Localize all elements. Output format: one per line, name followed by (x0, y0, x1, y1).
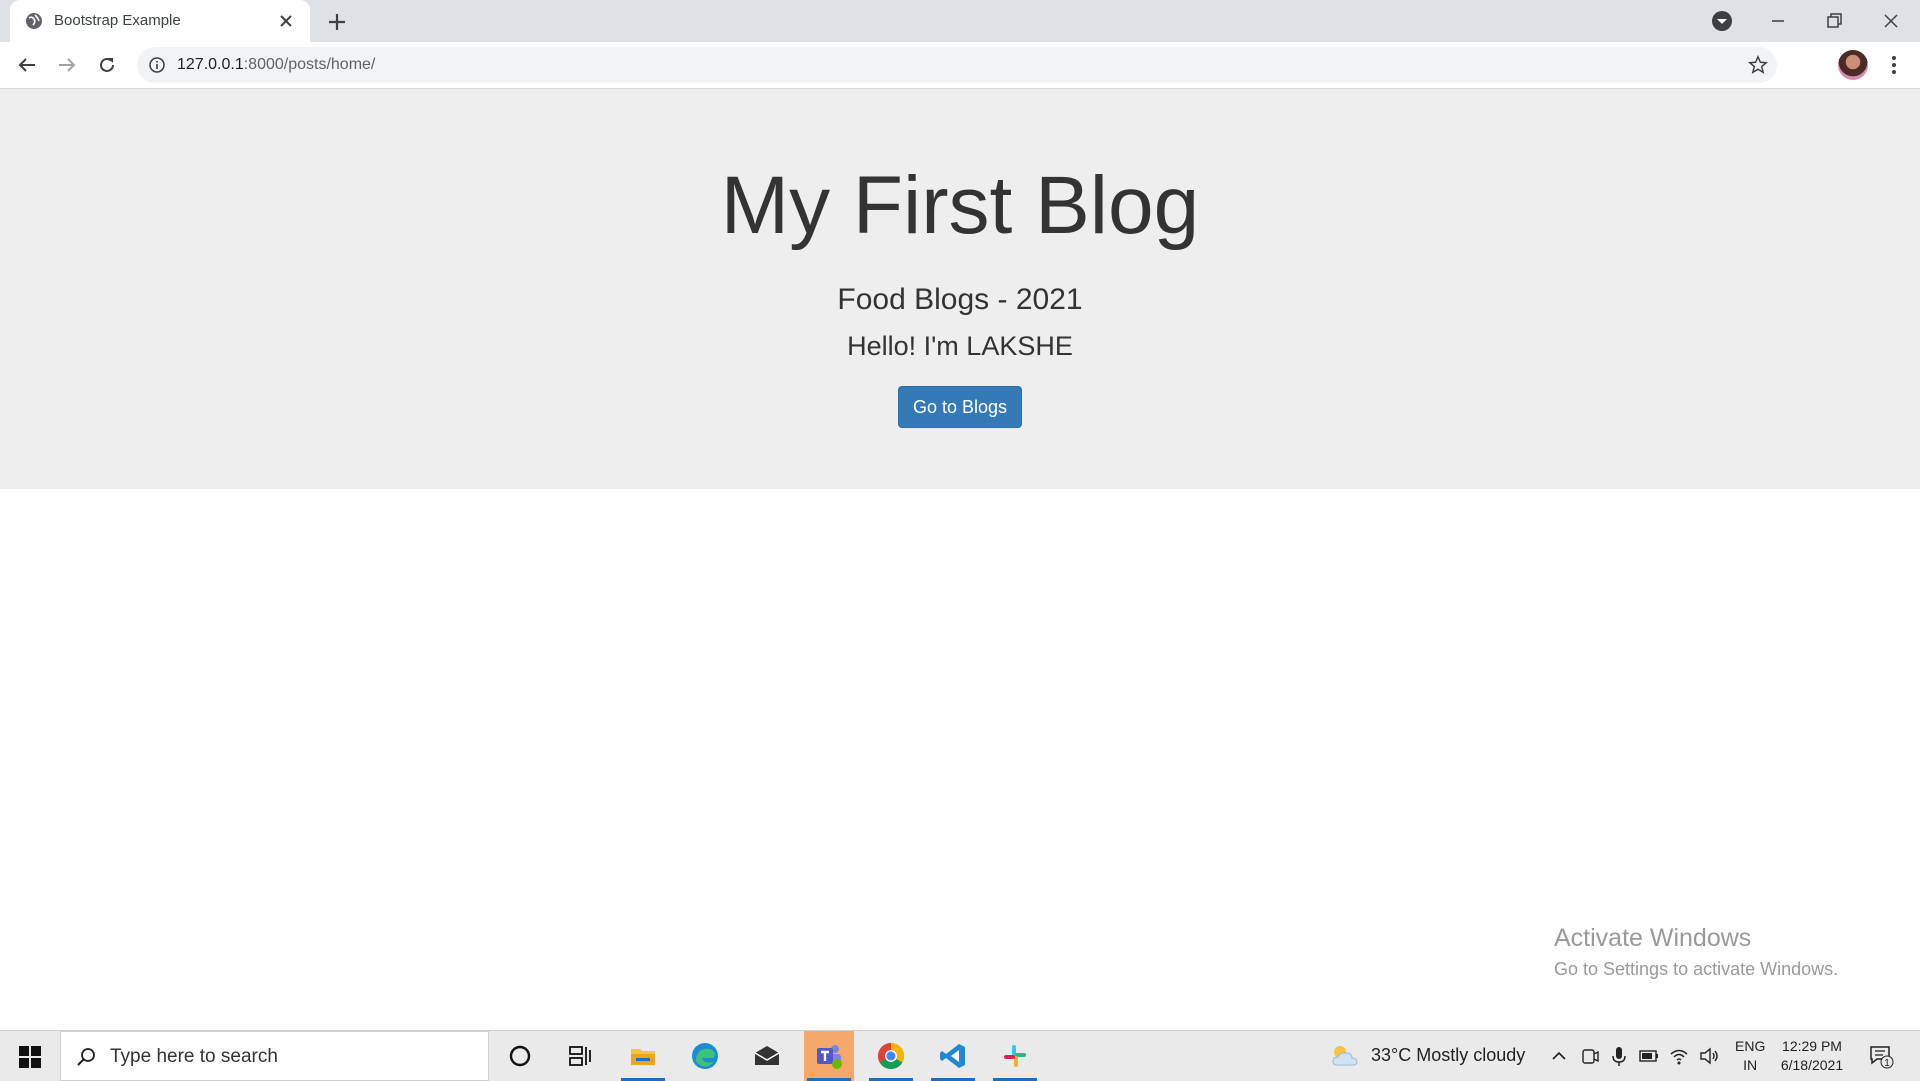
meet-now-icon[interactable] (1578, 1045, 1600, 1067)
watermark-title: Activate Windows (1554, 924, 1752, 952)
search-icon (77, 1048, 95, 1066)
language-code: ENG (1735, 1038, 1766, 1054)
more-menu-icon[interactable] (1882, 53, 1906, 77)
mail-slot[interactable] (742, 1031, 792, 1081)
file-explorer-slot[interactable] (618, 1031, 668, 1081)
taskbar: Type here to search 33°C Mostly cloudy E… (0, 1030, 1920, 1081)
battery-icon[interactable] (1638, 1045, 1660, 1067)
teams-slot[interactable] (804, 1031, 854, 1081)
bookmark-star-icon[interactable] (1747, 54, 1769, 76)
wifi-icon[interactable] (1668, 1045, 1690, 1067)
jumbotron: My First Blog Food Blogs - 2021 Hello! I… (0, 89, 1920, 489)
watermark-subtitle: Go to Settings to activate Windows. (1554, 959, 1839, 979)
info-icon[interactable] (149, 57, 165, 73)
page-subtitle: Food Blogs - 2021 (837, 283, 1083, 316)
chevron-up-icon[interactable] (1548, 1045, 1570, 1067)
restore-icon[interactable] (1821, 8, 1847, 34)
close-tab-icon[interactable] (276, 11, 296, 31)
teams-icon (817, 1045, 842, 1069)
go-to-blogs-button[interactable]: Go to Blogs (898, 386, 1022, 428)
forward-icon[interactable] (55, 53, 79, 77)
globe-icon (26, 13, 42, 29)
clock-date: 6/18/2021 (1780, 1057, 1844, 1073)
vscode-icon (940, 1044, 965, 1068)
activate-windows-watermark: Activate Windows Go to Settings to activ… (1554, 924, 1838, 980)
file-explorer-icon (631, 1049, 655, 1065)
weather-cloudy-icon[interactable] (1330, 1043, 1360, 1069)
profile-avatar[interactable] (1838, 50, 1868, 80)
notification-center-icon[interactable]: 1 (1868, 1043, 1894, 1069)
microphone-icon[interactable] (1608, 1045, 1630, 1067)
browser-tab[interactable]: Bootstrap Example (10, 0, 310, 42)
page-title: My First Blog (720, 160, 1200, 251)
page-greeting: Hello! I'm LAKSHE (847, 331, 1073, 361)
task-view-icon[interactable] (565, 1041, 595, 1071)
slack-slot[interactable] (990, 1031, 1040, 1081)
volume-icon[interactable] (1698, 1045, 1720, 1067)
url-omnibox[interactable]: 127.0.0.1:8000/posts/home/ (137, 47, 1777, 83)
back-icon[interactable] (15, 53, 39, 77)
windows-start-icon[interactable] (18, 1045, 42, 1069)
reload-icon[interactable] (95, 53, 119, 77)
mail-icon (754, 1046, 780, 1065)
close-window-icon[interactable] (1878, 8, 1904, 34)
language-indicator[interactable]: ENG IN (1735, 1037, 1765, 1075)
taskbar-search-box[interactable]: Type here to search (60, 1031, 489, 1081)
edge-icon (692, 1043, 718, 1069)
language-region: IN (1743, 1057, 1758, 1073)
search-placeholder: Type here to search (110, 1046, 278, 1067)
notification-count: 1 (1884, 1058, 1890, 1069)
url-text[interactable]: 127.0.0.1:8000/posts/home/ (177, 56, 375, 74)
tab-bar: Bootstrap Example (0, 0, 1920, 42)
chrome-slot[interactable] (866, 1031, 916, 1081)
cortana-icon[interactable] (505, 1041, 535, 1071)
url-host: 127.0.0.1 (177, 56, 244, 73)
slack-icon (1004, 1045, 1026, 1067)
tab-title: Bootstrap Example (54, 12, 181, 29)
tab-search-icon[interactable] (1709, 8, 1735, 34)
vscode-slot[interactable] (928, 1031, 978, 1081)
url-path: :8000/posts/home/ (243, 56, 376, 73)
weather-text[interactable]: 33°C Mostly cloudy (1371, 1045, 1525, 1066)
edge-slot[interactable] (680, 1031, 730, 1081)
chrome-icon (877, 1042, 905, 1070)
system-clock[interactable]: 12:29 PM 6/18/2021 (1774, 1037, 1850, 1075)
new-tab-icon[interactable] (325, 10, 349, 34)
minimize-icon[interactable] (1765, 8, 1791, 34)
clock-time: 12:29 PM (1782, 1038, 1842, 1054)
address-bar: 127.0.0.1:8000/posts/home/ (0, 42, 1920, 89)
